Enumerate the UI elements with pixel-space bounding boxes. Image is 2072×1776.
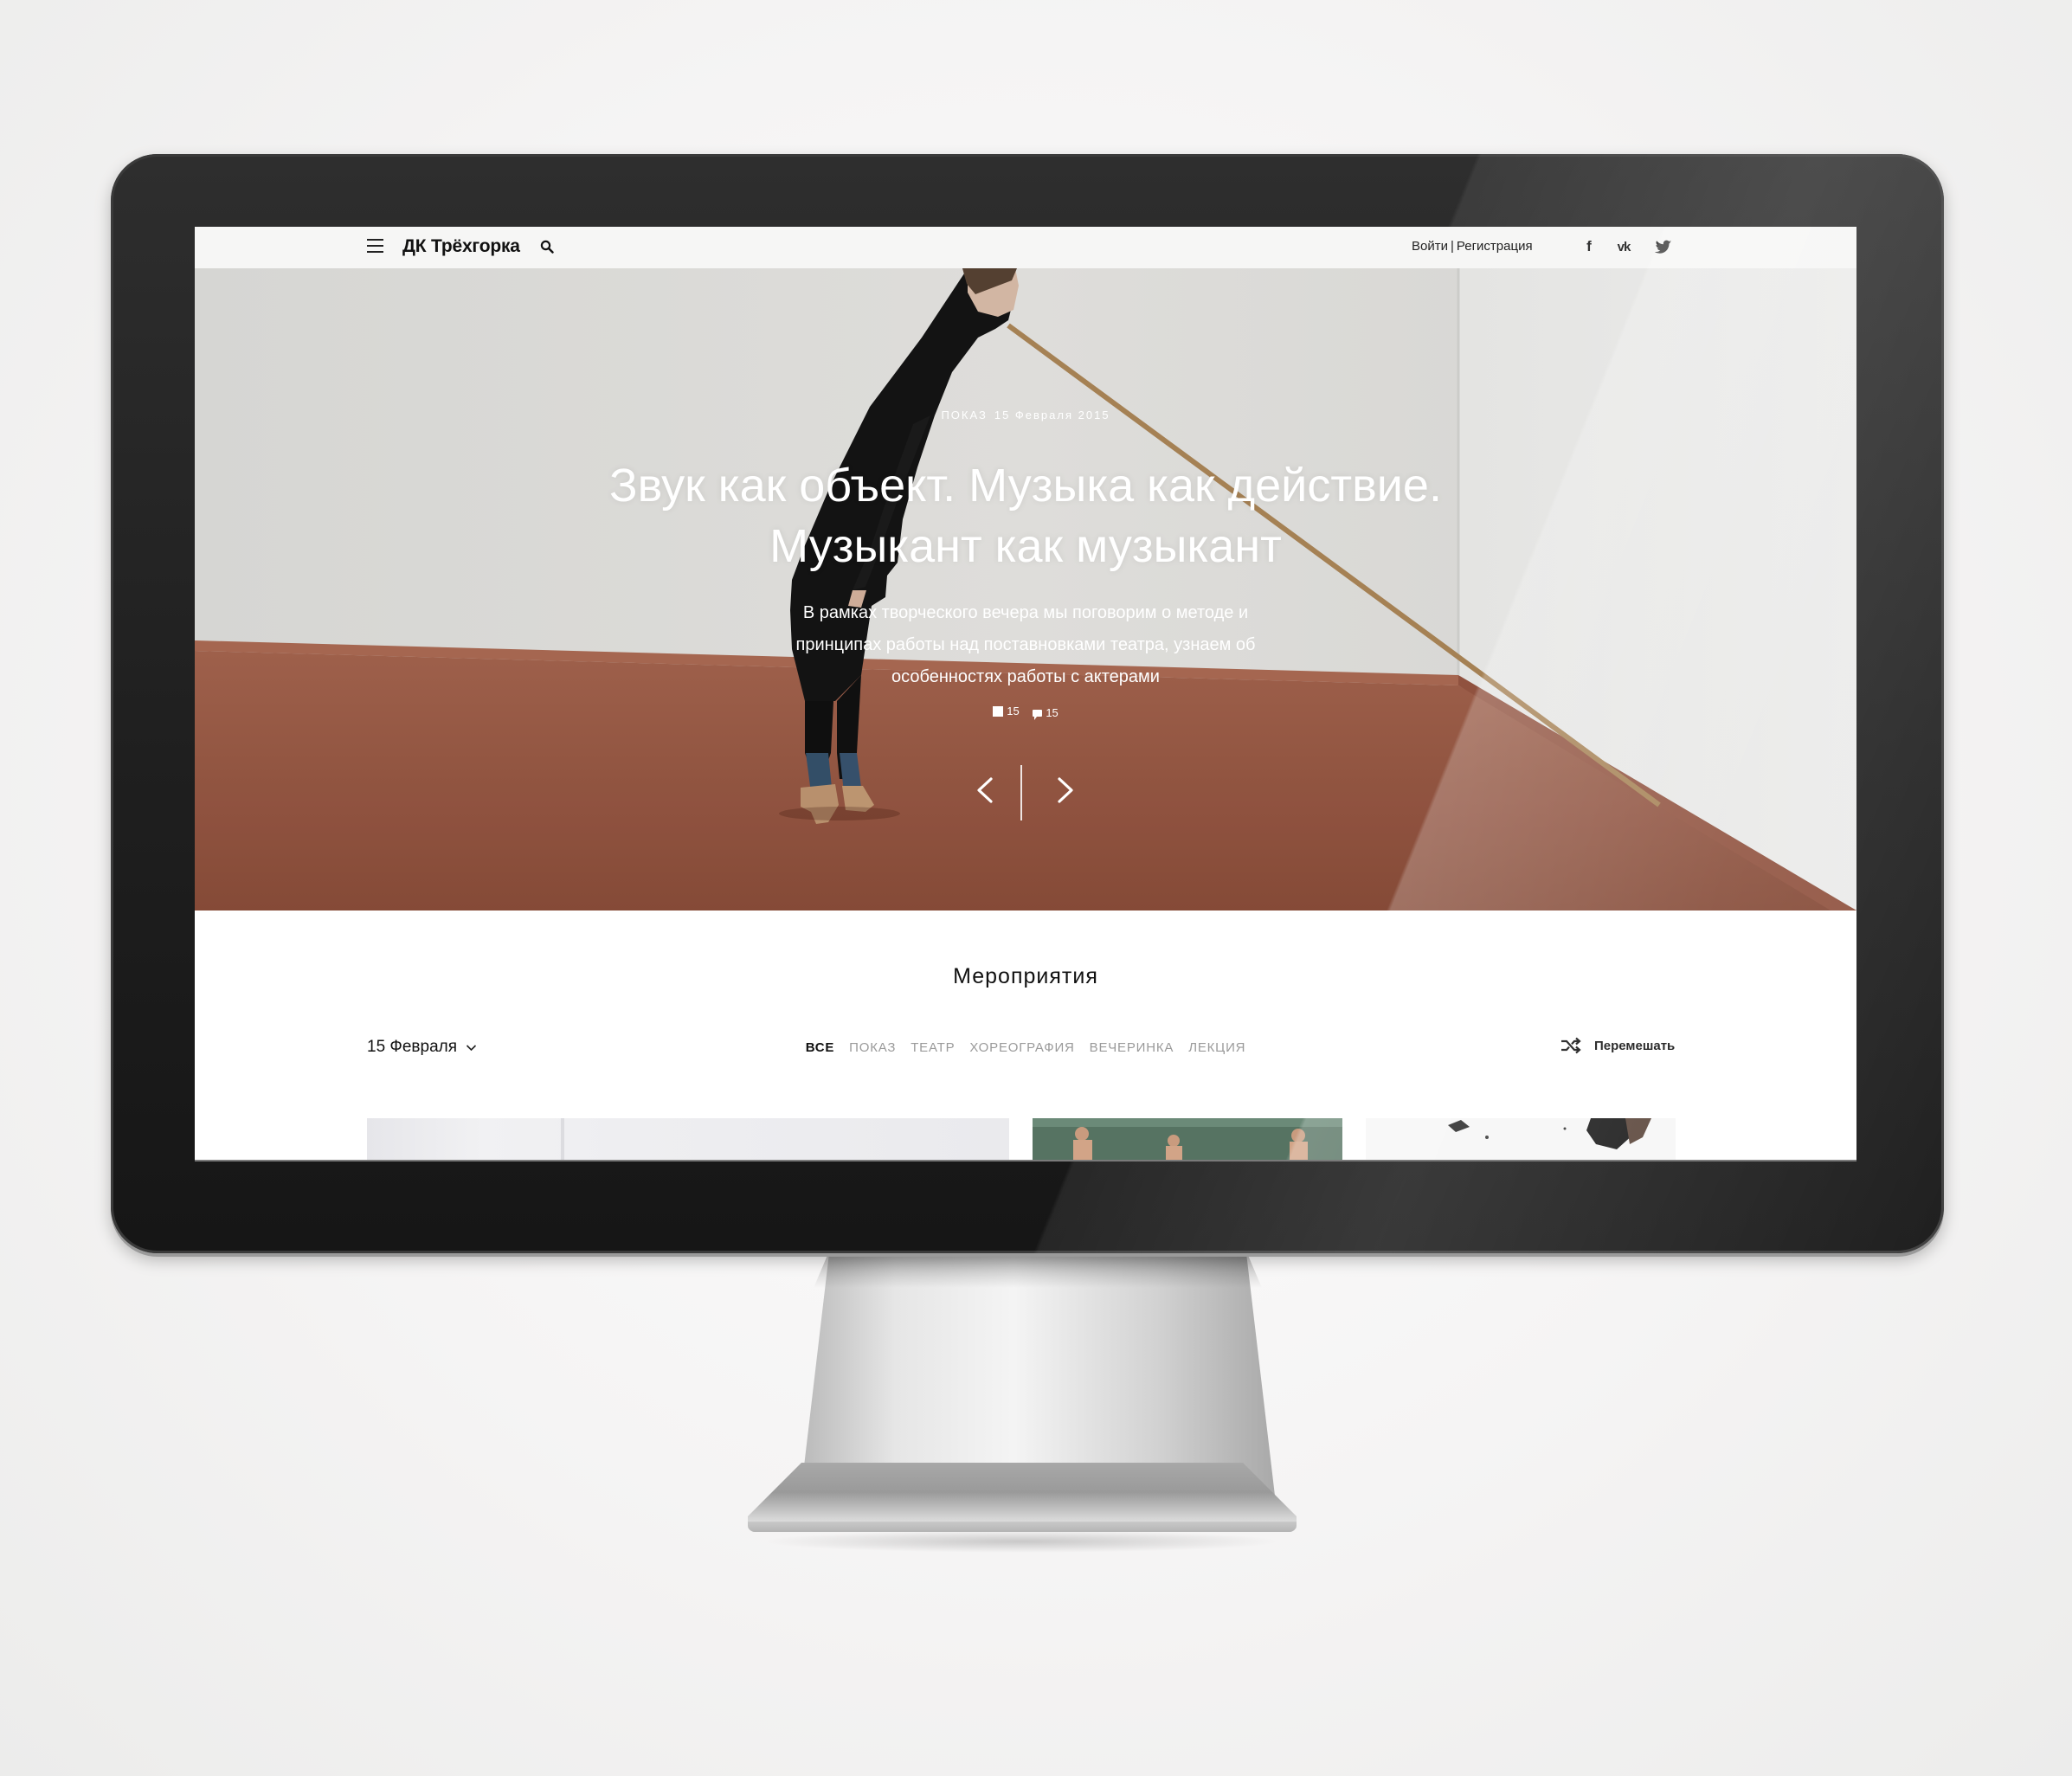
hero-description: В рамках творческого вечера мы поговорим… — [795, 603, 1256, 686]
auth-links: Войти | Регистрация — [1412, 239, 1533, 254]
vk-icon[interactable]: vk — [1614, 237, 1633, 256]
tab-lecture[interactable]: ЛЕКЦИЯ — [1188, 1040, 1245, 1055]
shuffle-label: Перемешать — [1594, 1038, 1676, 1053]
hamburger-menu-icon[interactable] — [367, 239, 383, 253]
event-card[interactable] — [1033, 1118, 1342, 1160]
hero-overlay — [195, 268, 1856, 911]
tab-teatr[interactable]: ТЕАТР — [911, 1040, 955, 1055]
monitor-floor-shadow — [762, 1530, 1281, 1553]
hero-title-line-1: Звук как объект. Музыка как действие. — [609, 460, 1442, 512]
shuffle-icon — [1561, 1037, 1581, 1054]
slider-divider — [1020, 765, 1022, 820]
comments-count: 15 — [1046, 706, 1059, 719]
hero-meta: ПОКАЗ 15 Февраля 2015 — [195, 409, 1856, 421]
tab-all[interactable]: ВСЕ — [806, 1040, 835, 1055]
hero-stats: 15 15 — [195, 705, 1856, 720]
hero-slider: ПОКАЗ 15 Февраля 2015 Звук как объект. Му… — [195, 268, 1856, 911]
website-screen: ДК Трёхгорка Войти | Регистрация f vk ПО… — [195, 227, 1856, 1160]
hero-title[interactable]: Звук как объект. Музыка как действие. Му… — [593, 455, 1458, 576]
hero-date: 15 Февраля 2015 — [994, 409, 1110, 421]
register-link[interactable]: Регистрация — [1457, 239, 1533, 254]
comments-stat: 15 — [1033, 706, 1059, 720]
auth-separator: | — [1450, 239, 1454, 254]
monitor-stand-base-edge — [748, 1522, 1297, 1532]
site-logo[interactable]: ДК Трёхгорка — [402, 236, 520, 257]
event-card-image — [1033, 1118, 1342, 1160]
comment-icon — [1033, 709, 1043, 720]
site-header: ДК Трёхгорка Войти | Регистрация f vk — [195, 227, 1856, 268]
events-section-title: Мероприятия — [953, 964, 1098, 988]
search-icon[interactable] — [540, 240, 554, 254]
photos-stat: 15 — [993, 705, 1020, 717]
event-card[interactable] — [367, 1118, 1009, 1160]
photo-icon — [993, 705, 1004, 717]
tab-party[interactable]: ВЕЧЕРИНКА — [1090, 1040, 1174, 1055]
hero-category[interactable]: ПОКАЗ — [941, 409, 987, 421]
monitor-stand-base — [748, 1463, 1297, 1528]
slider-next-arrow-icon[interactable] — [1047, 769, 1082, 812]
twitter-icon[interactable] — [1654, 237, 1673, 256]
slider-prev-arrow-icon[interactable] — [968, 769, 1003, 812]
tab-choreography[interactable]: ХОРЕОГРАФИЯ — [969, 1040, 1074, 1055]
login-link[interactable]: Войти — [1412, 239, 1448, 254]
photos-count: 15 — [1007, 705, 1020, 717]
event-card[interactable] — [1366, 1118, 1676, 1160]
facebook-icon[interactable]: f — [1580, 237, 1599, 256]
hero-title-line-2: Музыкант как музыкант — [769, 520, 1282, 572]
monitor-stand-neck — [801, 1253, 1275, 1496]
monitor-stand-shadow — [814, 1253, 1262, 1288]
tab-pokaz[interactable]: ПОКАЗ — [849, 1040, 896, 1055]
shuffle-button[interactable]: Перемешать — [1560, 1037, 1675, 1054]
event-card-image — [1366, 1118, 1676, 1160]
